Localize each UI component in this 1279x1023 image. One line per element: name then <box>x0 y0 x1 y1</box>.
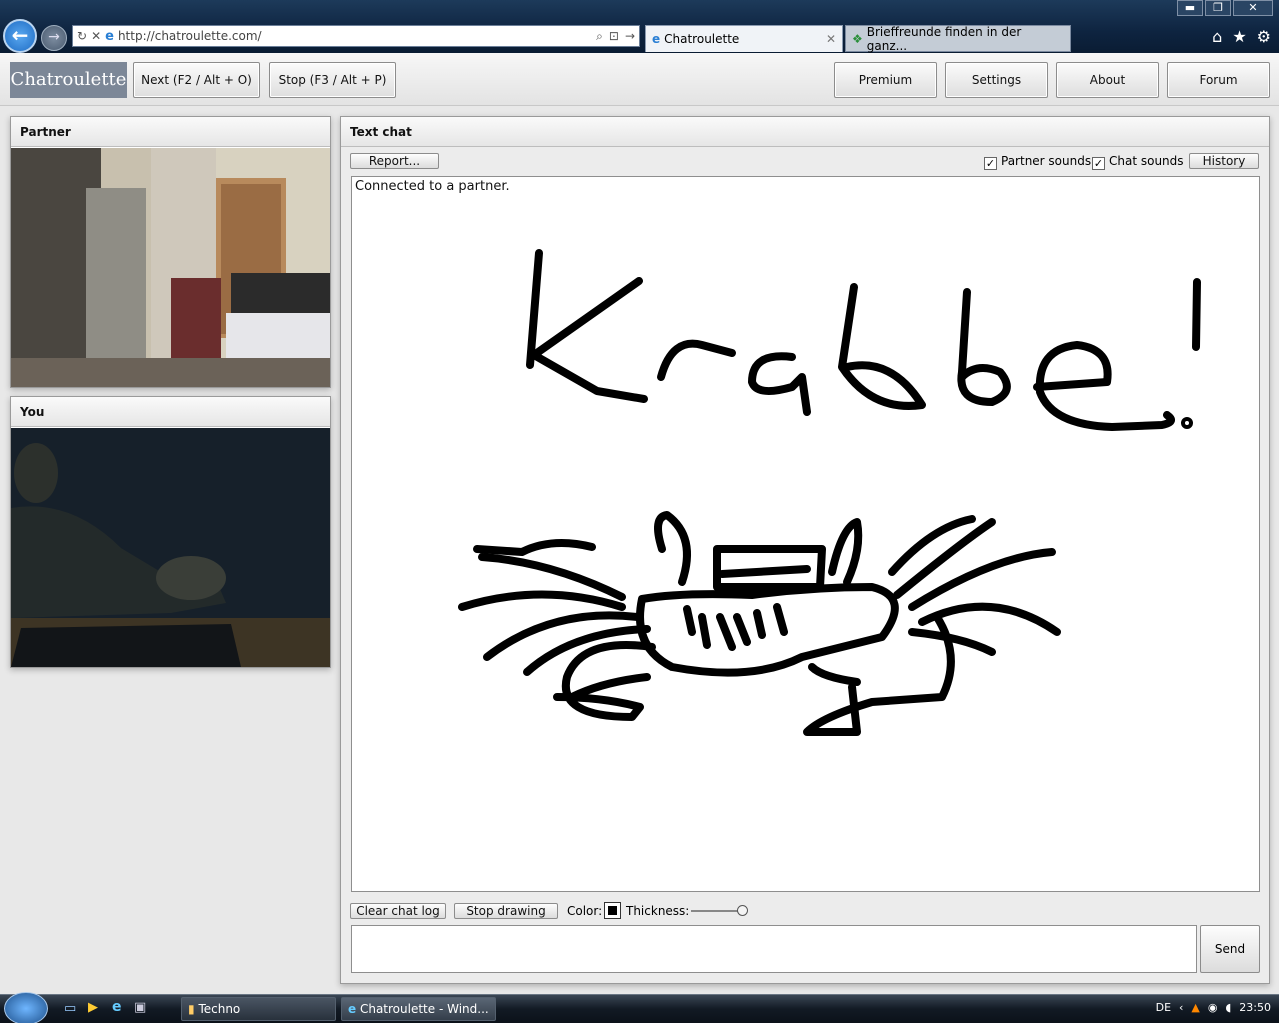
minimize-button[interactable]: ▬ <box>1177 0 1203 16</box>
thickness-slider-track[interactable] <box>691 910 743 912</box>
color-label: Color: <box>567 904 603 918</box>
ie-taskbar-icon: e <box>348 1002 357 1016</box>
taskbar-item-label: Techno <box>198 1002 241 1016</box>
send-button[interactable]: Send <box>1200 925 1260 973</box>
text-chat-title: Text chat <box>341 117 1269 147</box>
stop-drawing-button[interactable]: Stop drawing <box>454 903 558 919</box>
browser-chrome: ▬ ❐ ✕ ← → ↻ ✕ e http://chatroulette.com/… <box>0 0 1279 53</box>
vlc-icon[interactable]: ▲ <box>1191 1001 1199 1014</box>
chat-sounds-toggle[interactable]: ✓ Chat sounds <box>1092 154 1184 170</box>
thickness-slider-thumb[interactable] <box>737 905 748 916</box>
partner-sounds-label: Partner sounds <box>1001 154 1092 168</box>
partner-video <box>11 148 330 387</box>
address-url[interactable]: http://chatroulette.com/ <box>118 29 262 43</box>
history-button[interactable]: History <box>1189 153 1259 169</box>
tab-label: Chatroulette <box>664 32 740 46</box>
thickness-label: Thickness: <box>626 904 690 918</box>
forum-button[interactable]: Forum <box>1167 62 1270 98</box>
taskbar-item-techno[interactable]: ▮ Techno <box>181 997 336 1021</box>
forward-arrow-icon[interactable]: → <box>41 25 67 51</box>
ie-page-icon: e <box>105 28 114 44</box>
refresh-icon[interactable]: ↻ <box>77 29 87 43</box>
start-orb-icon[interactable] <box>4 992 48 1023</box>
tab-label: Brieffreunde finden in der ganz... <box>866 24 1022 53</box>
taskbar-item-label: Chatroulette - Wind... <box>359 1002 489 1016</box>
text-chat-panel: Text chat Report... ✓ Partner sounds ✓ Cha… <box>340 116 1270 984</box>
drawing-canvas[interactable] <box>352 177 1259 891</box>
site-icon: ❖ <box>852 31 863 46</box>
favorites-star-icon[interactable]: ★ <box>1232 27 1246 46</box>
tab-chatroulette[interactable]: e Chatroulette ✕ <box>645 25 843 52</box>
restore-button[interactable]: ❐ <box>1205 0 1231 16</box>
window-controls: ▬ ❐ ✕ <box>1175 0 1273 16</box>
tools-gear-icon[interactable]: ⚙ <box>1257 27 1271 46</box>
taskbar: ▭ ▶ e ▣ ▮ Techno e Chatroulette - Wind..… <box>0 992 1279 1023</box>
language-indicator[interactable]: DE <box>1156 1001 1171 1014</box>
folder-icon: ▮ <box>188 1002 195 1016</box>
back-arrow-icon[interactable]: ← <box>3 19 37 53</box>
clear-chat-log-button[interactable]: Clear chat log <box>350 903 446 919</box>
you-panel: You <box>10 396 331 668</box>
partner-panel-title: Partner <box>11 117 330 147</box>
tab-close-icon[interactable]: ✕ <box>826 32 836 46</box>
you-panel-title: You <box>11 397 330 427</box>
site-header: Chatroulette Next (F2 / Alt + O) Stop (F… <box>0 53 1279 106</box>
close-button[interactable]: ✕ <box>1233 0 1273 16</box>
next-button[interactable]: Next (F2 / Alt + O) <box>133 62 260 98</box>
color-picker[interactable] <box>604 902 621 919</box>
chatroulette-logo[interactable]: Chatroulette <box>10 62 127 98</box>
chat-sounds-checkbox[interactable]: ✓ <box>1092 157 1105 170</box>
go-arrow-icon[interactable]: → <box>625 29 635 44</box>
stop-button[interactable]: Stop (F3 / Alt + P) <box>269 62 396 98</box>
show-desktop-icon[interactable]: ▭ <box>64 1001 76 1016</box>
compat-view-icon[interactable]: ⊡ <box>609 29 619 44</box>
clock[interactable]: 23:50 <box>1239 1001 1271 1014</box>
system-tray: DE ‹ ▲ ◉ ◖ 23:50 <box>1156 1001 1271 1014</box>
ie-tab-icon: e <box>652 32 661 46</box>
taskbar-item-chatroulette[interactable]: e Chatroulette - Wind... <box>341 997 496 1021</box>
tab-brieffreunde[interactable]: ❖ Brieffreunde finden in der ganz... <box>845 24 1071 53</box>
about-button[interactable]: About <box>1056 62 1159 98</box>
network-icon[interactable]: ◉ <box>1208 1001 1218 1014</box>
chat-sounds-label: Chat sounds <box>1109 154 1184 168</box>
stop-icon[interactable]: ✕ <box>91 29 101 43</box>
home-icon[interactable]: ⌂ <box>1212 27 1222 46</box>
color-swatch <box>608 906 617 915</box>
premium-button[interactable]: Premium <box>834 62 937 98</box>
media-player-icon[interactable]: ▶ <box>88 1000 98 1015</box>
volume-icon[interactable]: ◖ <box>1226 1001 1232 1014</box>
you-video <box>11 428 330 667</box>
settings-button[interactable]: Settings <box>945 62 1048 98</box>
address-bar[interactable]: ↻ ✕ e http://chatroulette.com/ ⌕ ⊡ → <box>72 25 640 47</box>
partner-sounds-checkbox[interactable]: ✓ <box>984 157 997 170</box>
partner-sounds-toggle[interactable]: ✓ Partner sounds <box>984 154 1091 170</box>
show-hidden-icons-icon[interactable]: ‹ <box>1179 1001 1183 1014</box>
search-icon[interactable]: ⌕ <box>596 29 603 44</box>
partner-panel: Partner <box>10 116 331 388</box>
ie-quicklaunch-icon[interactable]: e <box>112 999 122 1015</box>
switch-windows-icon[interactable]: ▣ <box>134 1000 146 1015</box>
chat-log[interactable]: Connected to a partner. <box>351 176 1260 892</box>
chat-input[interactable] <box>351 925 1197 973</box>
report-button[interactable]: Report... <box>350 153 439 169</box>
